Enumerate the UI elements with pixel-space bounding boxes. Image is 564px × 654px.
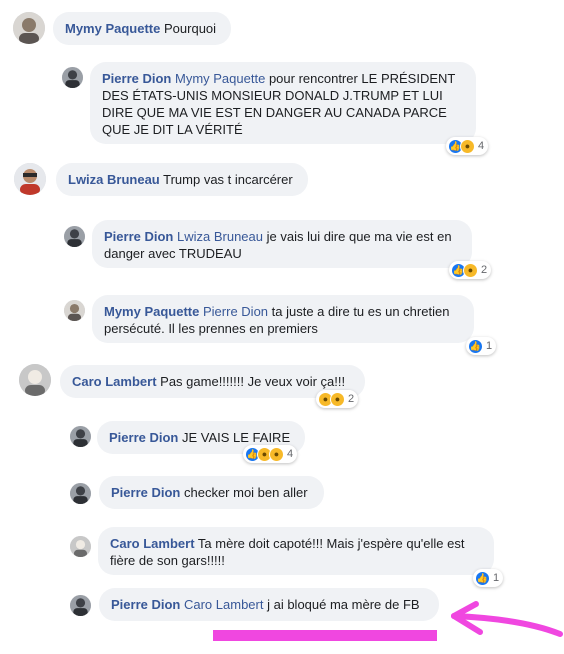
sad-icon: ● [330,391,345,407]
reaction-count: 4 [478,140,485,152]
reaction-count: 2 [348,393,355,405]
mention-link[interactable]: Caro Lambert [184,597,263,612]
reaction-count: 1 [493,572,500,584]
comment-author[interactable]: Caro Lambert [110,536,195,551]
reaction-count: 2 [481,264,488,276]
comment-bubble: Mymy Paquette Pierre Dion ta juste a dir… [92,295,474,343]
haha-icon: ● [463,262,478,278]
avatar[interactable] [62,67,83,88]
comment-author[interactable]: Pierre Dion [104,229,173,244]
avatar[interactable] [19,364,51,396]
comment-text: Trump vas t incarcérer [163,172,293,187]
avatar[interactable] [70,595,91,616]
reaction-summary[interactable]: ● ● 2 [316,390,359,408]
mention-link[interactable]: Lwiza Bruneau [177,229,263,244]
comment-text: JE VAIS LE FAIRE [181,430,291,445]
reaction-summary[interactable]: 👍 ● 2 [449,261,492,279]
highlight-underline [213,630,437,641]
avatar[interactable] [70,483,91,504]
comment-author[interactable]: Lwiza Bruneau [68,172,160,187]
mention-link[interactable]: Mymy Paquette [175,71,265,86]
comment-bubble: Pierre Dion Lwiza Bruneau je vais lui di… [92,220,472,268]
comment-author[interactable]: Caro Lambert [72,374,157,389]
comment-author[interactable]: Pierre Dion [111,485,180,500]
comment-bubble: Pierre Dion Caro Lambert j ai bloqué ma … [99,588,439,621]
avatar[interactable] [70,426,91,447]
comment-author[interactable]: Mymy Paquette [65,21,160,36]
like-icon: 👍 [475,570,490,586]
comment-author[interactable]: Mymy Paquette [104,304,199,319]
comment-text: Pas game!!!!!!! Je veux voir ça!!! [160,374,346,389]
reaction-summary[interactable]: 👍 ● 4 [446,137,489,155]
avatar[interactable] [70,536,91,557]
wow-icon: ● [460,138,475,154]
reaction-summary[interactable]: 👍 ● ● 4 [243,445,298,463]
sad-icon: ● [269,446,284,462]
comment-author[interactable]: Pierre Dion [111,597,180,612]
avatar[interactable] [64,226,85,247]
comment-text: Pourquoi [164,21,217,36]
comment-author[interactable]: Pierre Dion [102,71,171,86]
comment-text: j ai bloqué ma mère de FB [267,597,420,612]
mention-link[interactable]: Pierre Dion [203,304,268,319]
comment-bubble: Caro Lambert Ta mère doit capoté!!! Mais… [98,527,494,575]
avatar[interactable] [64,300,85,321]
comment-bubble: Mymy Paquette Pourquoi [53,12,231,45]
avatar[interactable] [14,163,46,195]
comment-bubble: Pierre Dion checker moi ben aller [99,476,324,509]
comment-text: checker moi ben aller [183,485,308,500]
reaction-summary[interactable]: 👍 1 [466,337,497,355]
comment-bubble: Lwiza Bruneau Trump vas t incarcérer [56,163,308,196]
comment-author[interactable]: Pierre Dion [109,430,178,445]
avatar[interactable] [13,12,45,44]
comment-bubble: Pierre Dion Mymy Paquette pour rencontre… [90,62,476,144]
arrow-icon [451,601,563,637]
reaction-summary[interactable]: 👍 1 [473,569,504,587]
like-icon: 👍 [468,338,483,354]
reaction-count: 1 [486,340,493,352]
reaction-count: 4 [287,448,294,460]
